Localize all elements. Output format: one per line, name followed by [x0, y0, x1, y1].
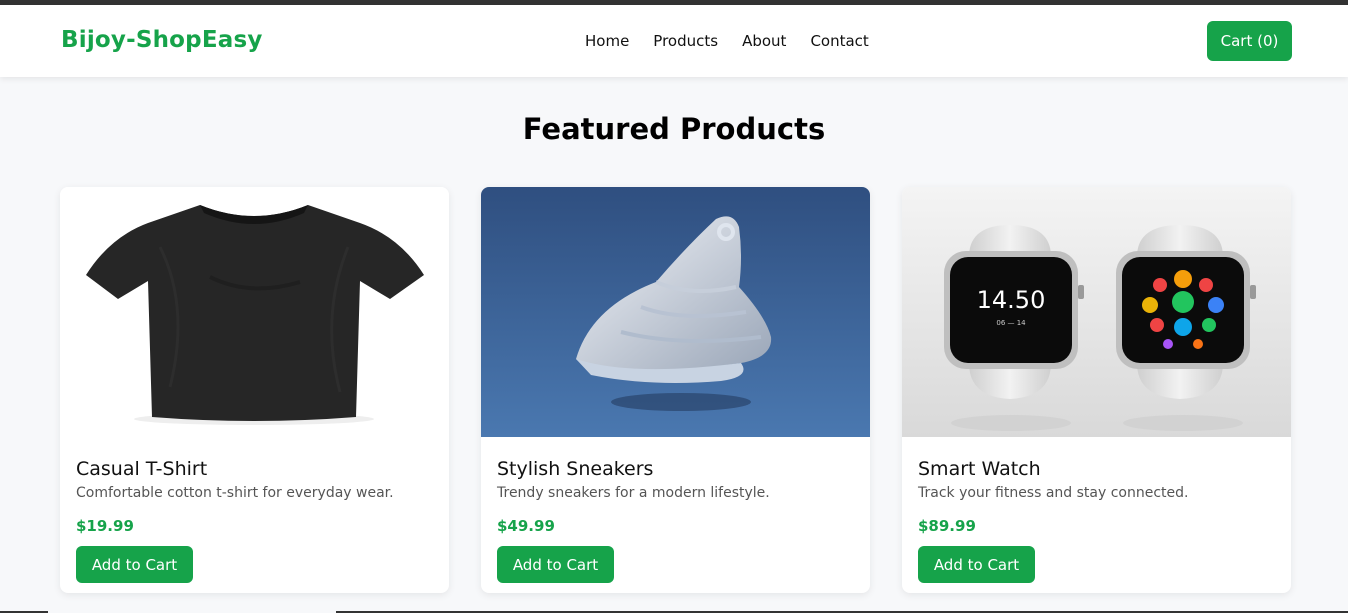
product-price: $89.99	[918, 517, 976, 535]
product-description: Track your fitness and stay connected.	[918, 485, 1189, 501]
product-description: Comfortable cotton t-shirt for everyday …	[76, 485, 394, 501]
add-to-cart-button[interactable]: Add to Cart	[76, 546, 193, 583]
product-price: $19.99	[76, 517, 134, 535]
nav-about[interactable]: About	[742, 32, 786, 50]
black-tshirt-image	[60, 187, 449, 437]
product-card-smartwatch: 14.50 06 — 14 Smart Watch Track your fit…	[902, 187, 1291, 593]
cart-button[interactable]: Cart (0)	[1207, 21, 1292, 61]
site-header: Bijoy-ShopEasy Home Products About Conta…	[0, 5, 1348, 77]
white-sneaker-image	[481, 187, 870, 437]
product-name: Smart Watch	[918, 458, 1041, 480]
product-card-tshirt: Casual T-Shirt Comfortable cotton t-shir…	[60, 187, 449, 593]
smartwatch-pair-image: 14.50 06 — 14	[902, 187, 1291, 437]
nav-contact[interactable]: Contact	[810, 32, 868, 50]
brand-logo[interactable]: Bijoy-ShopEasy	[61, 27, 263, 53]
nav-products[interactable]: Products	[653, 32, 718, 50]
product-description: Trendy sneakers for a modern lifestyle.	[497, 485, 770, 501]
main-nav: Home Products About Contact	[585, 32, 869, 50]
add-to-cart-button[interactable]: Add to Cart	[918, 546, 1035, 583]
nav-home[interactable]: Home	[585, 32, 629, 50]
product-card-sneakers: Stylish Sneakers Trendy sneakers for a m…	[481, 187, 870, 593]
product-name: Casual T-Shirt	[76, 458, 208, 480]
page-title: Featured Products	[522, 112, 826, 146]
product-name: Stylish Sneakers	[497, 458, 654, 480]
watch-date: 06 — 14	[996, 319, 1026, 327]
product-price: $49.99	[497, 517, 555, 535]
watch-time: 14.50	[977, 286, 1046, 314]
add-to-cart-button[interactable]: Add to Cart	[497, 546, 614, 583]
